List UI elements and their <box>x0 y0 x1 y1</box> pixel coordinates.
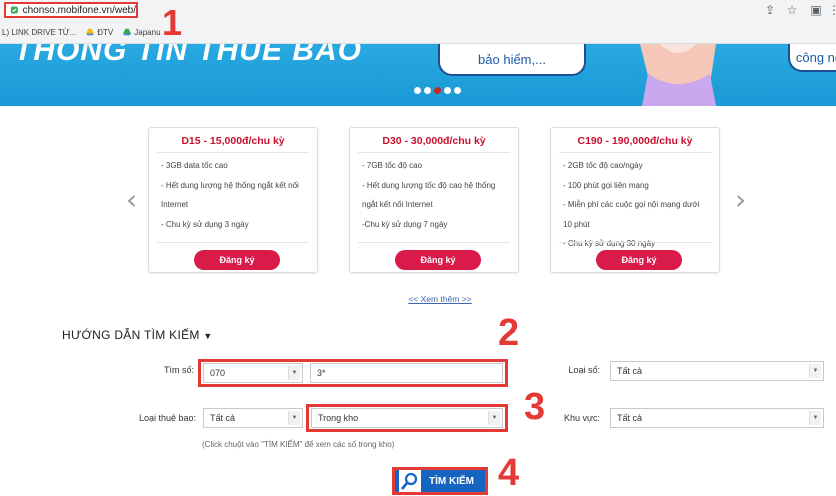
banner-bubble-left: bảo hiểm,... <box>438 44 586 76</box>
loai-thue-bao-label: Loại thuê bao: <box>138 413 196 423</box>
caret-down-icon: ▼ <box>203 331 213 341</box>
search-icon <box>399 470 421 492</box>
extension-icon[interactable]: ▣ <box>808 2 824 18</box>
url-text: chonso.mobifone.vn/web/ <box>22 4 136 16</box>
package-features: - 3GB data tốc cao - Hết dung lượng hệ t… <box>161 161 299 229</box>
khu-vuc-label: Khu vực: <box>563 413 600 423</box>
browser-chrome: chonso.mobifone.vn/web/ ⇪ ☆ ▣ ⋮ L) LINK … <box>0 0 836 44</box>
carousel-dot[interactable] <box>444 87 451 94</box>
carousel-dot-active[interactable] <box>434 87 441 94</box>
package-features: - 2GB tốc độ cao/ngày - 100 phút gọi liê… <box>563 161 700 248</box>
star-icon[interactable]: ☆ <box>784 2 800 18</box>
more-icon[interactable]: ⋮ <box>826 2 836 18</box>
stock-select[interactable]: Trong kho ▼ <box>311 408 503 428</box>
package-title: D30 - 30,000đ/chu kỳ <box>382 135 486 147</box>
number-input[interactable]: 3* <box>310 363 503 383</box>
share-icon[interactable]: ⇪ <box>762 2 778 18</box>
loai-thue-bao-select[interactable]: Tất cả ▼ <box>203 408 303 428</box>
step-4-label: 4 <box>498 452 520 494</box>
banner-title: THÔNG TIN THUÊ BAO <box>14 44 362 67</box>
prefix-select[interactable]: 070 ▼ <box>203 363 303 383</box>
register-button-d15[interactable]: Đăng ký <box>194 250 280 270</box>
dropdown-arrow-icon: ▼ <box>809 364 821 378</box>
banner-bubble-right: công ng <box>788 44 836 72</box>
package-title: D15 - 15,000đ/chu kỳ <box>181 135 285 147</box>
dropdown-arrow-icon: ▼ <box>809 411 821 425</box>
carousel-dot[interactable] <box>414 87 421 94</box>
promo-banner: THÔNG TIN THUÊ BAO bảo hiểm,... công ng <box>0 44 836 106</box>
next-arrow-icon[interactable]: › <box>735 186 746 214</box>
step-1-label: 1 <box>162 2 183 43</box>
prev-arrow-icon[interactable]: ‹ <box>126 186 137 214</box>
search-guide-heading[interactable]: HƯỚNG DẪN TÌM KIẾM ▼ <box>62 328 213 342</box>
search-hint: (Click chuột vào "TÌM KIẾM" để xem các s… <box>202 440 395 449</box>
khu-vuc-select[interactable]: Tất cả ▼ <box>610 408 824 428</box>
loai-so-label: Loại số: <box>568 365 600 375</box>
address-bar[interactable]: chonso.mobifone.vn/web/ <box>4 2 138 18</box>
bookmark-dtv[interactable]: ĐTV <box>86 28 113 37</box>
loai-so-select[interactable]: Tất cả ▼ <box>610 361 824 381</box>
see-more-link[interactable]: << Xem thêm >> <box>400 294 480 304</box>
package-card-c190: C190 - 190,000đ/chu kỳ - 2GB tốc độ cao/… <box>550 127 720 273</box>
carousel-dot[interactable] <box>454 87 461 94</box>
dropdown-arrow-icon: ▼ <box>288 366 300 380</box>
bookmark-japanu[interactable]: Japanu <box>123 28 161 37</box>
search-button[interactable]: TÌM KIẾM <box>392 467 488 495</box>
register-button-c190[interactable]: Đăng ký <box>596 250 682 270</box>
bookmarks-bar: L) LINK DRIVE TỪ... ĐTV Japanu <box>0 24 161 40</box>
step-2-label: 2 <box>498 312 520 354</box>
package-card-d30: D30 - 30,000đ/chu kỳ - 7GB tốc độ cao - … <box>349 127 519 273</box>
dropdown-arrow-icon: ▼ <box>288 411 300 425</box>
drive-icon <box>86 28 95 36</box>
tim-so-label: Tìm số: <box>163 365 194 375</box>
dropdown-arrow-icon: ▼ <box>488 411 500 425</box>
carousel-dots <box>414 87 461 94</box>
register-button-d30[interactable]: Đăng ký <box>395 250 481 270</box>
package-title: C190 - 190,000đ/chu kỳ <box>577 135 693 147</box>
step-3-label: 3 <box>524 386 546 428</box>
package-features: - 7GB tốc độ cao - Hết dung lượng tốc độ… <box>362 161 496 229</box>
bookmark-link-drive[interactable]: L) LINK DRIVE TỪ... <box>2 28 76 37</box>
package-card-d15: D15 - 15,000đ/chu kỳ - 3GB data tốc cao … <box>148 127 318 273</box>
drive-icon <box>123 28 132 36</box>
site-favicon-icon <box>10 6 18 14</box>
carousel-dot[interactable] <box>424 87 431 94</box>
banner-person-image <box>640 44 716 106</box>
